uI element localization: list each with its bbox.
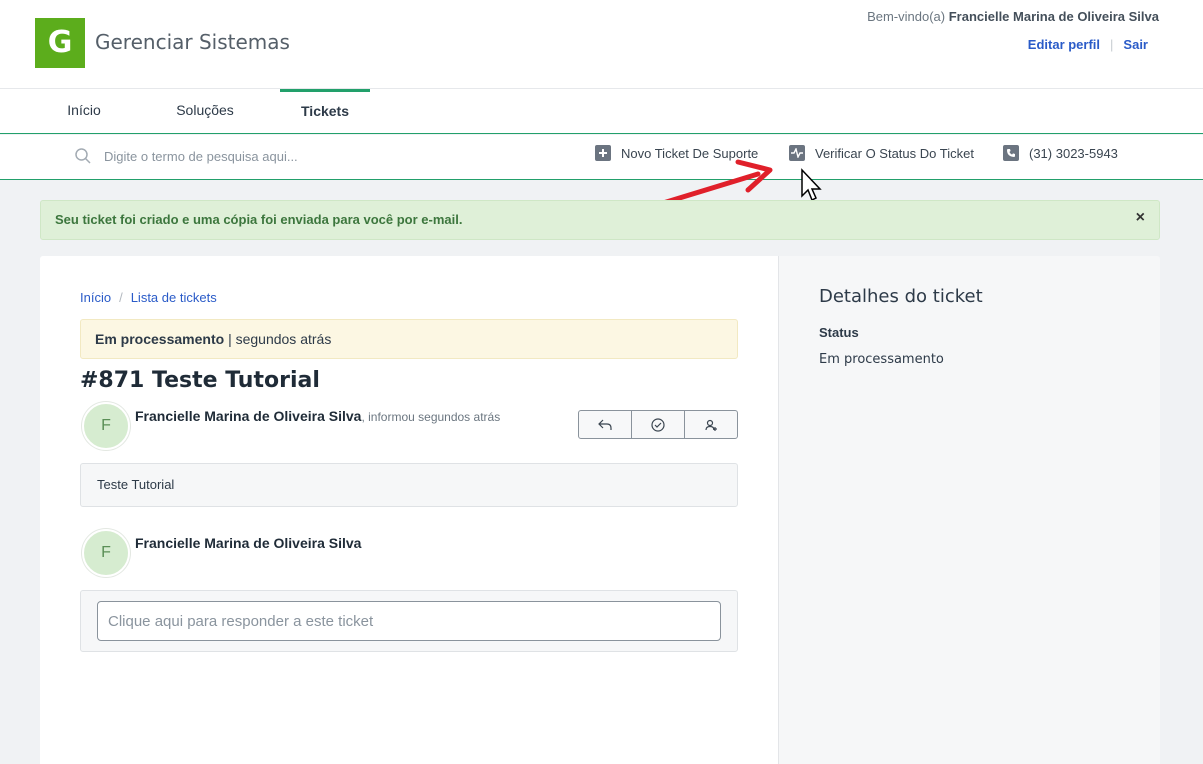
- ticket-title: #871 Teste Tutorial: [80, 368, 320, 393]
- details-title: Detalhes do ticket: [819, 286, 983, 307]
- alert-message: Seu ticket foi criado e uma cópia foi en…: [55, 212, 463, 227]
- site-header: G Gerenciar Sistemas Bem-vindo(a) Franci…: [0, 0, 1203, 89]
- breadcrumb-separator: /: [119, 290, 123, 305]
- logout-link[interactable]: Sair: [1123, 37, 1148, 52]
- edit-profile-link[interactable]: Editar perfil: [1028, 37, 1100, 52]
- brand-name[interactable]: Gerenciar Sistemas: [95, 30, 290, 54]
- message-actions: [578, 410, 738, 439]
- phone-link[interactable]: (31) 3023-5943: [1003, 145, 1118, 161]
- message-author: Francielle Marina de Oliveira Silva, inf…: [135, 408, 500, 424]
- welcome-message: Bem-vindo(a) Francielle Marina de Olivei…: [867, 9, 1159, 24]
- ticket-status-separator: |: [228, 331, 232, 347]
- details-status-label: Status: [819, 325, 859, 340]
- avatar: F: [82, 402, 130, 450]
- reply-box: [80, 590, 738, 652]
- assign-user-icon: [705, 419, 717, 431]
- ticket-status-banner: Em processamento | segundos atrás: [80, 319, 738, 359]
- search-input[interactable]: [104, 148, 404, 164]
- details-status-value: Em processamento: [819, 352, 944, 367]
- ticket-status: Em processamento: [95, 331, 225, 347]
- breadcrumb-ticket-list[interactable]: Lista de tickets: [131, 290, 217, 305]
- message-author-name: Francielle Marina de Oliveira Silva: [135, 408, 362, 424]
- reply-input[interactable]: [97, 601, 721, 641]
- phone-icon: [1003, 145, 1019, 161]
- brand-logo[interactable]: G: [35, 18, 85, 68]
- breadcrumb: Início / Lista de tickets: [80, 290, 217, 305]
- breadcrumb-home[interactable]: Início: [80, 290, 111, 305]
- ticket-panel: Início / Lista de tickets Em processamento…: [40, 256, 778, 764]
- reply-author-name: Francielle Marina de Oliveira Silva: [135, 535, 362, 551]
- welcome-user-name: Francielle Marina de Oliveira Silva: [948, 9, 1159, 24]
- check-status-label: Verificar O Status Do Ticket: [815, 145, 974, 161]
- check-circle-icon: [651, 417, 665, 432]
- nav-tab-solucoes[interactable]: Soluções: [157, 89, 253, 134]
- resolve-button[interactable]: [632, 411, 685, 438]
- user-links: Editar perfil | Sair: [1028, 37, 1148, 52]
- activity-icon: [789, 145, 805, 161]
- nav-tab-tickets[interactable]: Tickets: [280, 89, 370, 134]
- search-toolbar: Novo Ticket De Suporte Verificar O Statu…: [0, 135, 1203, 180]
- welcome-prefix: Bem-vindo(a): [867, 9, 946, 24]
- reply-avatar: F: [82, 529, 130, 577]
- check-status-link[interactable]: Verificar O Status Do Ticket: [789, 145, 974, 161]
- plus-icon: [595, 145, 611, 161]
- message-meta: , informou segundos atrás: [361, 410, 501, 424]
- phone-number: (31) 3023-5943: [1029, 145, 1118, 161]
- close-icon[interactable]: ×: [1136, 209, 1145, 227]
- message-body: Teste Tutorial: [80, 463, 738, 507]
- search-icon: [74, 147, 92, 165]
- main-nav: Início Soluções Tickets: [0, 89, 1203, 134]
- reply-button[interactable]: [579, 411, 632, 438]
- success-alert: Seu ticket foi criado e uma cópia foi en…: [40, 200, 1160, 240]
- assign-button[interactable]: [685, 411, 737, 438]
- user-links-separator: |: [1110, 37, 1114, 52]
- reply-icon: [598, 419, 612, 430]
- ticket-details-panel: Detalhes do ticket Status Em processamen…: [778, 256, 1160, 764]
- nav-tab-inicio[interactable]: Início: [36, 89, 132, 134]
- ticket-status-time: segundos atrás: [235, 331, 332, 347]
- search-box: [74, 147, 404, 165]
